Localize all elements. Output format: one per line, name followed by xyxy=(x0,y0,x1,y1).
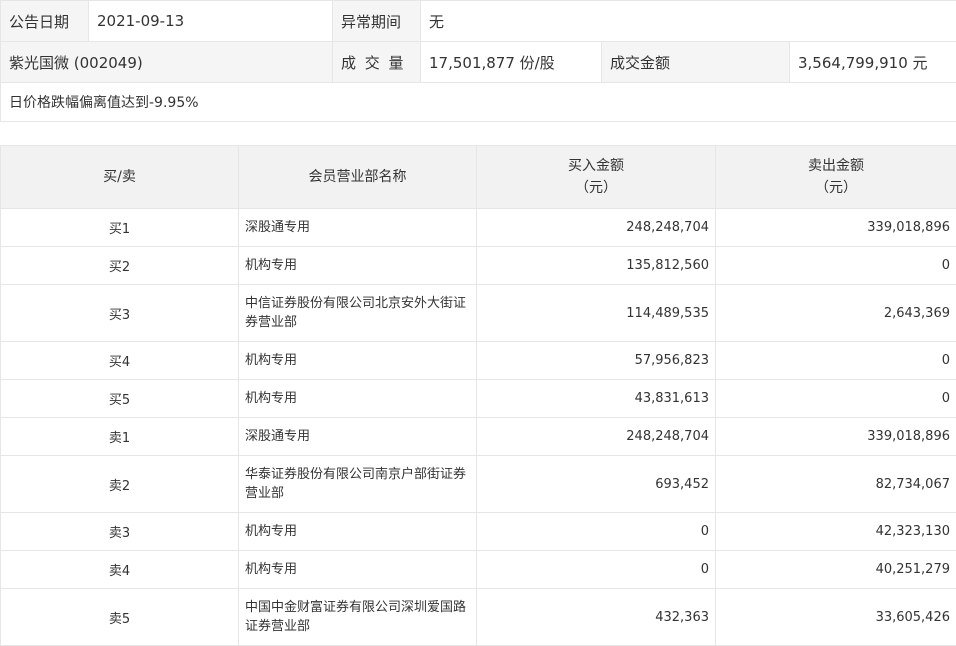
trade-side: 买3 xyxy=(1,285,239,342)
buy-amount: 248,248,704 xyxy=(477,418,716,456)
header-sell-amount-unit: （元） xyxy=(716,177,956,199)
sell-amount: 0 xyxy=(716,380,956,418)
info-row-stock: 紫光国微 (002049) 成 交 量 17,501,877 份/股 成交金额 … xyxy=(1,42,956,83)
buy-amount: 135,812,560 xyxy=(477,247,716,285)
trading-seats-table: 买/卖 会员营业部名称 买入金额 （元） 卖出金额 （元） 买1 深股通专用 2… xyxy=(0,145,956,646)
table-row: 买4 机构专用 57,956,823 0 xyxy=(1,342,956,380)
member-name: 中信证券股份有限公司北京安外大街证券营业部 xyxy=(239,285,477,342)
trade-side: 买4 xyxy=(1,342,239,380)
sell-amount: 339,018,896 xyxy=(716,418,956,456)
table-row: 卖3 机构专用 0 42,323,130 xyxy=(1,513,956,551)
sell-amount: 339,018,896 xyxy=(716,209,956,247)
trade-side: 卖4 xyxy=(1,551,239,589)
buy-amount: 432,363 xyxy=(477,589,716,646)
member-name: 机构专用 xyxy=(239,342,477,380)
abnormal-period-value: 无 xyxy=(421,1,956,42)
sell-amount: 0 xyxy=(716,247,956,285)
abnormal-reason: 日价格跌幅偏离值达到-9.95% xyxy=(1,83,956,122)
member-name: 深股通专用 xyxy=(239,418,477,456)
header-sell-amount-title: 卖出金额 xyxy=(716,155,956,177)
info-row-reason: 日价格跌幅偏离值达到-9.95% xyxy=(1,83,956,122)
sell-amount: 33,605,426 xyxy=(716,589,956,646)
announce-date-label: 公告日期 xyxy=(1,1,89,42)
sell-amount: 40,251,279 xyxy=(716,551,956,589)
buy-amount: 693,452 xyxy=(477,456,716,513)
trade-side: 卖5 xyxy=(1,589,239,646)
member-name: 华泰证券股份有限公司南京户部街证券营业部 xyxy=(239,456,477,513)
amount-label: 成交金额 xyxy=(602,42,790,83)
buy-amount: 114,489,535 xyxy=(477,285,716,342)
member-name: 机构专用 xyxy=(239,513,477,551)
table-header-row: 买/卖 会员营业部名称 买入金额 （元） 卖出金额 （元） xyxy=(1,146,956,209)
member-name: 机构专用 xyxy=(239,380,477,418)
header-buy-amount-title: 买入金额 xyxy=(477,155,715,177)
header-buy-amount: 买入金额 （元） xyxy=(477,146,716,209)
trade-side: 卖3 xyxy=(1,513,239,551)
table-row: 卖5 中国中金财富证券有限公司深圳爱国路证券营业部 432,363 33,605… xyxy=(1,589,956,646)
abnormal-period-label: 异常期间 xyxy=(333,1,421,42)
sell-amount: 82,734,067 xyxy=(716,456,956,513)
member-name: 深股通专用 xyxy=(239,209,477,247)
stock-name: 紫光国微 (002049) xyxy=(1,42,333,83)
trade-side: 卖1 xyxy=(1,418,239,456)
volume-label: 成 交 量 xyxy=(333,42,421,83)
announce-date-value: 2021-09-13 xyxy=(89,1,333,42)
table-row: 卖4 机构专用 0 40,251,279 xyxy=(1,551,956,589)
header-side: 买/卖 xyxy=(1,146,239,209)
header-member-name: 会员营业部名称 xyxy=(239,146,477,209)
member-name: 机构专用 xyxy=(239,247,477,285)
trade-side: 买1 xyxy=(1,209,239,247)
table-row: 卖1 深股通专用 248,248,704 339,018,896 xyxy=(1,418,956,456)
info-row-date: 公告日期 2021-09-13 异常期间 无 xyxy=(1,1,956,42)
announcement-info-table: 公告日期 2021-09-13 异常期间 无 紫光国微 (002049) 成 交… xyxy=(0,0,956,122)
table-row: 买2 机构专用 135,812,560 0 xyxy=(1,247,956,285)
table-row: 买1 深股通专用 248,248,704 339,018,896 xyxy=(1,209,956,247)
buy-amount: 43,831,613 xyxy=(477,380,716,418)
buy-amount: 248,248,704 xyxy=(477,209,716,247)
table-row: 买5 机构专用 43,831,613 0 xyxy=(1,380,956,418)
member-name: 机构专用 xyxy=(239,551,477,589)
amount-value: 3,564,799,910 元 xyxy=(790,42,956,83)
header-buy-amount-unit: （元） xyxy=(477,177,715,199)
buy-amount: 57,956,823 xyxy=(477,342,716,380)
sell-amount: 2,643,369 xyxy=(716,285,956,342)
buy-amount: 0 xyxy=(477,513,716,551)
table-row: 买3 中信证券股份有限公司北京安外大街证券营业部 114,489,535 2,6… xyxy=(1,285,956,342)
buy-amount: 0 xyxy=(477,551,716,589)
trade-side: 卖2 xyxy=(1,456,239,513)
header-sell-amount: 卖出金额 （元） xyxy=(716,146,956,209)
trade-side: 买2 xyxy=(1,247,239,285)
sell-amount: 0 xyxy=(716,342,956,380)
trade-side: 买5 xyxy=(1,380,239,418)
sell-amount: 42,323,130 xyxy=(716,513,956,551)
table-row: 卖2 华泰证券股份有限公司南京户部街证券营业部 693,452 82,734,0… xyxy=(1,456,956,513)
volume-value: 17,501,877 份/股 xyxy=(421,42,602,83)
member-name: 中国中金财富证券有限公司深圳爱国路证券营业部 xyxy=(239,589,477,646)
